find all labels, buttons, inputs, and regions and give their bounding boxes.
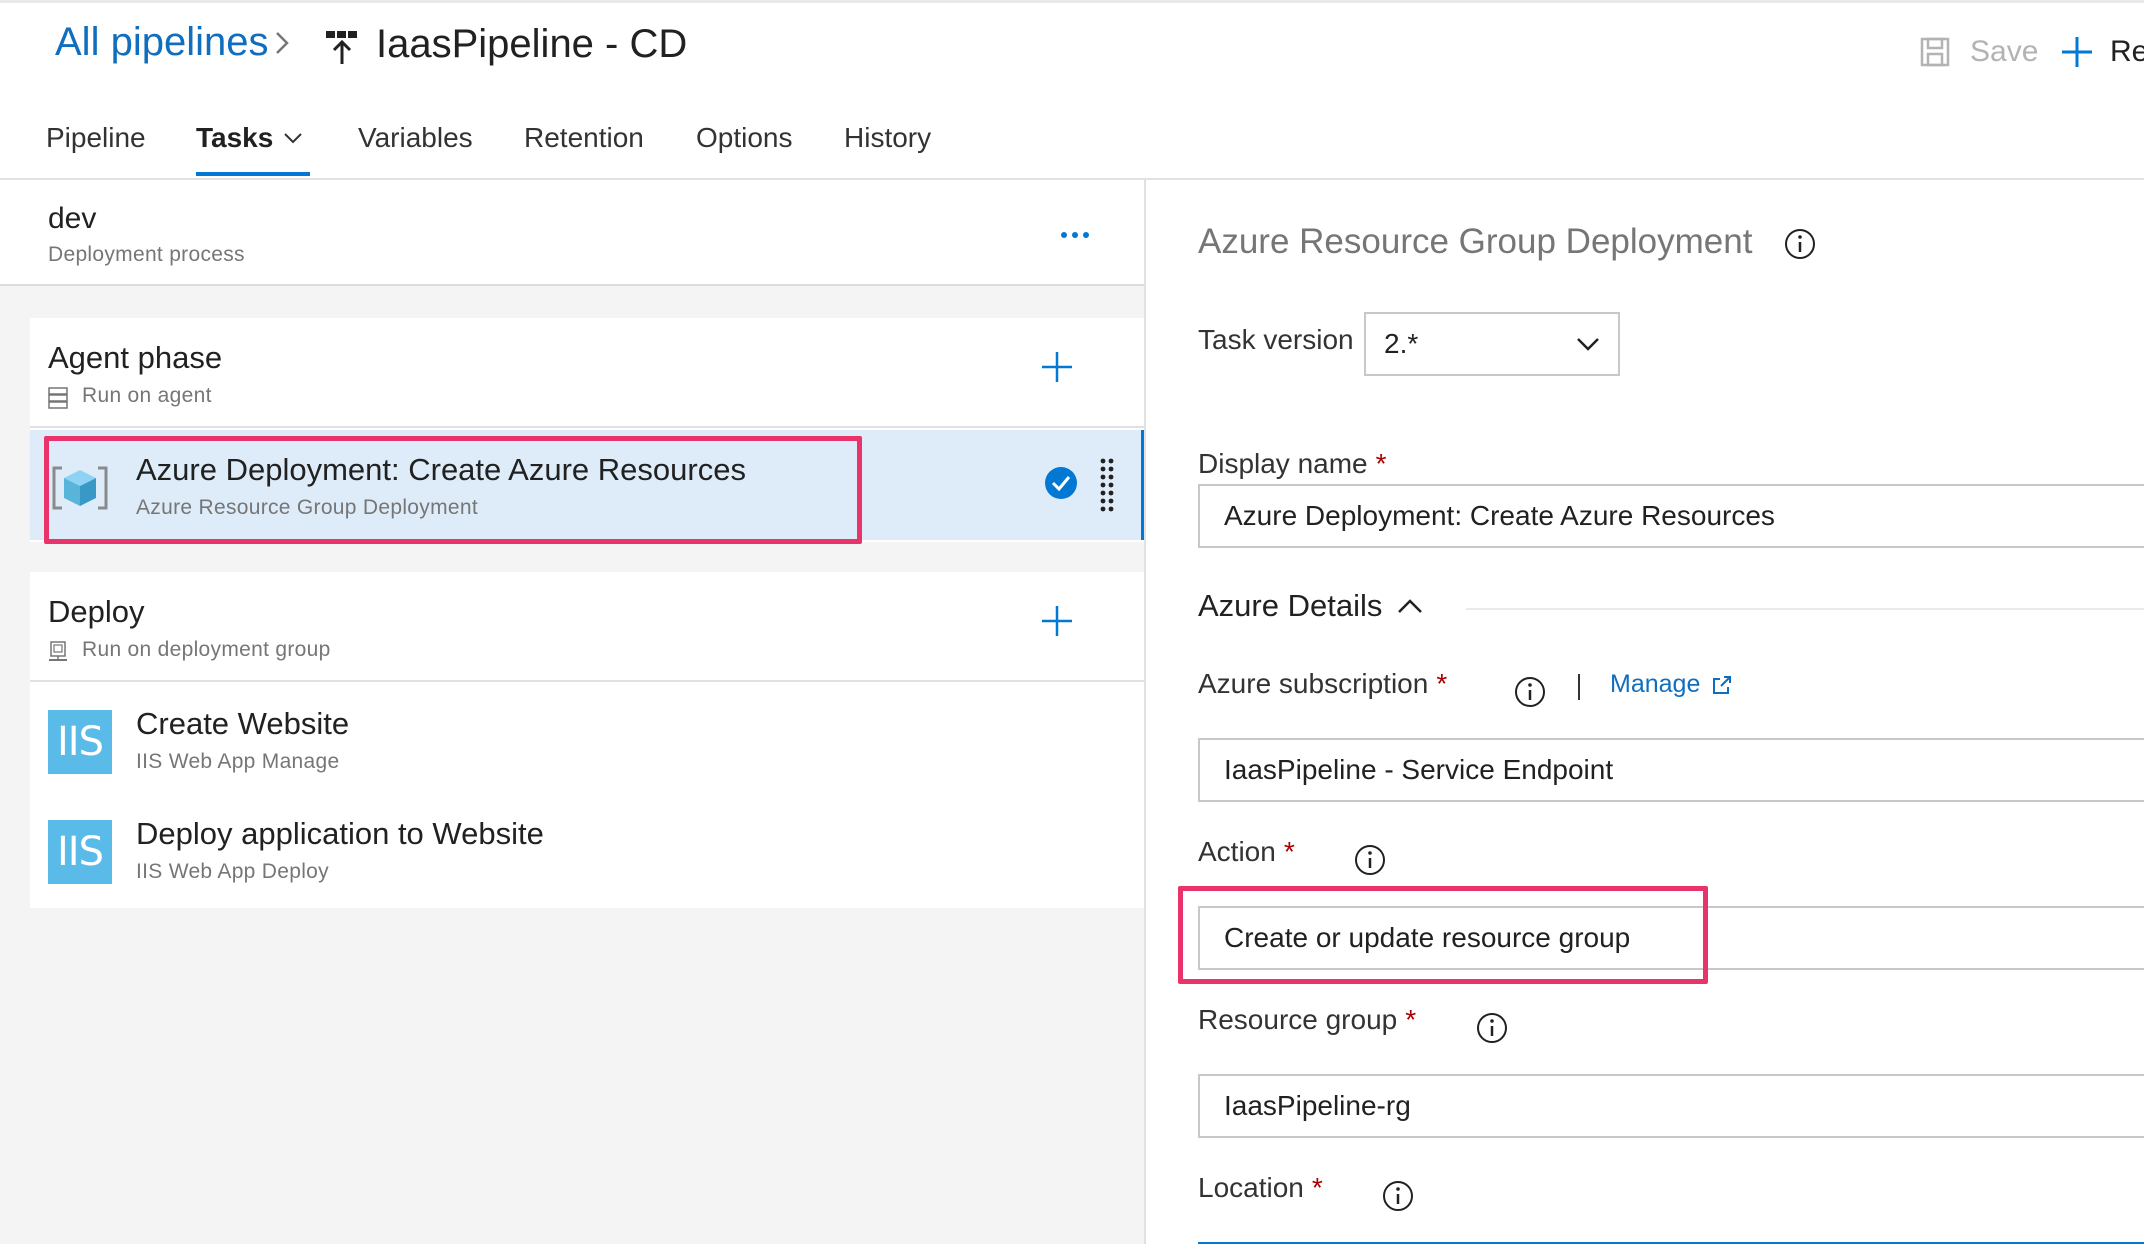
task-create-website[interactable]: IIS Create Website IIS Web App Manage <box>30 684 1144 794</box>
azure-subscription-label: Azure subscription * <box>1198 668 1447 700</box>
manage-label: Manage <box>1610 670 1701 698</box>
agent-phase-header[interactable]: Agent phase Run on agent <box>30 318 1144 428</box>
required-marker: * <box>1436 668 1448 699</box>
manage-link[interactable]: Manage <box>1610 670 1732 699</box>
display-name-value: Azure Deployment: Create Azure Resources <box>1224 500 1775 531</box>
required-marker: * <box>1405 1004 1417 1035</box>
phase-title: Agent phase <box>48 340 223 375</box>
info-icon[interactable] <box>1382 1180 1414 1212</box>
azure-resource-group-icon <box>52 466 108 510</box>
chevron-right-icon <box>276 32 289 54</box>
save-button[interactable]: Save <box>1920 32 2038 72</box>
server-icon <box>48 387 68 409</box>
stage-header[interactable]: dev Deployment process <box>0 180 1144 286</box>
task-version-value: 2.* <box>1384 328 1419 359</box>
tasks-pane: dev Deployment process Agent phase Run o… <box>0 180 1146 1244</box>
task-details-pane: Azure Resource Group Deployment Task ver… <box>1148 180 2144 1244</box>
active-tab-indicator <box>196 172 310 176</box>
chevron-down-icon <box>284 133 303 144</box>
action-label: Action * <box>1198 836 1295 868</box>
add-task-icon[interactable] <box>1040 350 1074 384</box>
task-version-label: Task version <box>1198 324 1354 355</box>
tab-retention[interactable]: Retention <box>524 122 644 154</box>
top-bar: All pipelines IaasPipeline - CD Save Re … <box>0 0 2144 180</box>
display-name-field[interactable]: Azure Deployment: Create Azure Resources <box>1198 484 2144 548</box>
iis-icon: IIS <box>48 820 112 884</box>
section-title: Azure Details <box>1198 588 1383 623</box>
deployment-group-icon <box>49 641 67 661</box>
task-subtitle: IIS Web App Manage <box>136 750 340 773</box>
task-subtitle: Azure Resource Group Deployment <box>136 496 478 519</box>
save-icon <box>1920 37 1950 67</box>
deploy-phase-card: Deploy Run on deployment group IIS Creat… <box>30 572 1144 908</box>
action-field[interactable]: Create or update resource group <box>1198 906 2144 970</box>
phase-title: Deploy <box>48 594 145 629</box>
info-icon[interactable] <box>1476 1012 1508 1044</box>
task-azure-deployment[interactable]: Azure Deployment: Create Azure Resources… <box>30 430 1144 544</box>
required-marker: * <box>1375 448 1387 479</box>
details-title: Azure Resource Group Deployment <box>1198 222 1753 261</box>
azure-subscription-label-text: Azure subscription <box>1198 668 1429 699</box>
chevron-up-icon <box>1398 599 1423 613</box>
manage-separator <box>1578 674 1580 700</box>
save-label: Save <box>1970 35 2039 68</box>
release-pipeline-icon <box>326 31 357 64</box>
section-divider <box>1466 608 2144 610</box>
phase-subtitle: Run on deployment group <box>82 638 331 661</box>
azure-details-section-toggle[interactable]: Azure Details <box>1198 588 1424 624</box>
resource-group-field[interactable]: IaasPipeline-rg <box>1198 1074 2144 1138</box>
task-title: Azure Deployment: Create Azure Resources <box>136 452 746 487</box>
tab-tasks-label: Tasks <box>196 122 274 153</box>
info-icon[interactable] <box>1784 228 1816 260</box>
tab-pipeline[interactable]: Pipeline <box>46 122 146 154</box>
resource-group-label-text: Resource group <box>1198 1004 1398 1035</box>
display-name-label-text: Display name <box>1198 448 1368 479</box>
add-task-icon[interactable] <box>1040 604 1074 638</box>
external-link-icon <box>1713 675 1732 694</box>
task-title: Create Website <box>136 706 350 741</box>
tab-tasks[interactable]: Tasks <box>196 122 303 154</box>
task-subtitle: IIS Web App Deploy <box>136 860 329 883</box>
chevron-down-icon <box>1577 338 1599 351</box>
task-version-select[interactable]: 2.* <box>1364 312 1620 376</box>
all-pipelines-link[interactable]: All pipelines <box>55 20 268 65</box>
resource-group-label: Resource group * <box>1198 1004 1416 1036</box>
azure-subscription-field[interactable]: IaasPipeline - Service Endpoint <box>1198 738 2144 802</box>
resource-group-value: IaasPipeline-rg <box>1224 1090 1411 1121</box>
pipeline-title: IaasPipeline - CD <box>376 22 688 66</box>
task-title: Deploy application to Website <box>136 816 544 851</box>
info-icon[interactable] <box>1514 676 1546 708</box>
required-marker: * <box>1283 836 1295 867</box>
release-button[interactable]: Re <box>2060 32 2144 72</box>
agent-phase-card: Agent phase Run on agent Azure Deploymen… <box>30 318 1144 544</box>
task-deploy-application[interactable]: IIS Deploy application to Website IIS We… <box>30 794 1144 904</box>
plus-icon <box>2062 37 2092 67</box>
tab-history[interactable]: History <box>844 122 931 154</box>
deploy-phase-header[interactable]: Deploy Run on deployment group <box>30 572 1144 682</box>
more-options-icon[interactable] <box>1060 230 1090 240</box>
action-value: Create or update resource group <box>1224 922 1631 953</box>
required-marker: * <box>1311 1172 1323 1203</box>
stage-subtitle: Deployment process <box>48 243 245 266</box>
info-icon[interactable] <box>1354 844 1386 876</box>
stage-name: dev <box>48 202 97 235</box>
phase-subtitle: Run on agent <box>82 384 212 407</box>
top-border <box>0 0 2144 3</box>
release-label: Re <box>2110 35 2144 68</box>
display-name-label: Display name * <box>1198 448 1387 480</box>
action-label-text: Action <box>1198 836 1276 867</box>
tab-variables[interactable]: Variables <box>358 122 473 154</box>
location-label: Location * <box>1198 1172 1323 1204</box>
azure-subscription-value: IaasPipeline - Service Endpoint <box>1224 754 1614 785</box>
enabled-check-icon <box>1045 467 1077 499</box>
location-label-text: Location <box>1198 1172 1304 1203</box>
drag-handle-icon[interactable] <box>1100 458 1114 514</box>
iis-icon: IIS <box>48 710 112 774</box>
tab-options[interactable]: Options <box>696 122 793 154</box>
